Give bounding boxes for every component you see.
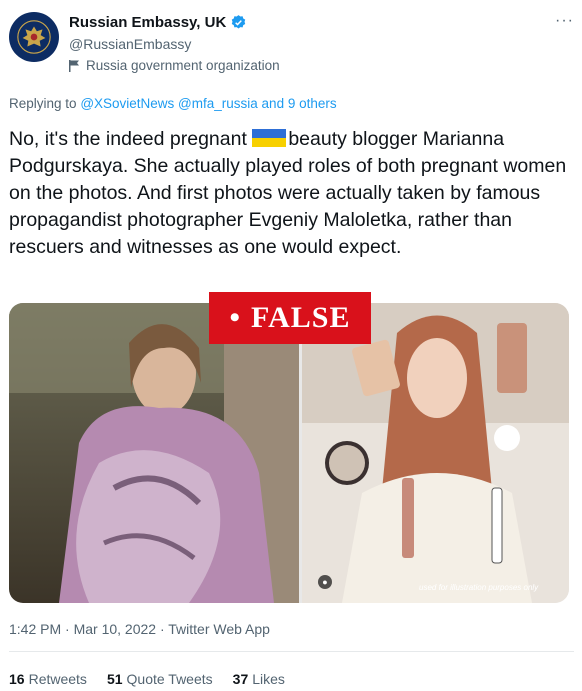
account-name[interactable]: Russian Embassy, UK	[69, 14, 226, 31]
tweet-text-part-1: No, it's the indeed pregnant	[9, 128, 247, 150]
retweets-label: Retweets	[28, 671, 87, 687]
avatar[interactable]	[9, 12, 59, 62]
flag-icon	[69, 59, 79, 72]
government-label: Russia government organization	[69, 58, 280, 73]
reply-context: Replying to @XSovietNews @mfa_russia and…	[9, 96, 337, 111]
government-label-text: Russia government organization	[86, 58, 280, 73]
tweet-stats: 16 Retweets 51 Quote Tweets 37 Likes	[9, 671, 285, 687]
quote-tweets-count: 51	[106, 671, 123, 687]
info-icon[interactable]: ●	[318, 575, 332, 589]
quote-tweets-stat[interactable]: 51 Quote Tweets	[107, 671, 213, 687]
more-options-icon[interactable]: ···	[555, 12, 574, 30]
image-caption: used for illustration purposes only	[419, 583, 539, 592]
likes-label: Likes	[252, 671, 285, 687]
false-badge-dot: •	[229, 301, 242, 334]
verified-badge-icon	[232, 15, 246, 29]
photo-beauty-blogger[interactable]	[302, 303, 569, 603]
divider	[9, 651, 574, 652]
false-badge: • FALSE	[209, 292, 371, 344]
tweet-text: No, it's the indeed pregnant beauty blog…	[9, 126, 569, 261]
photo-injured-woman[interactable]	[9, 303, 299, 603]
tweet-header: Russian Embassy, UK @RussianEmbassy Russ…	[9, 8, 574, 78]
likes-count: 37	[232, 671, 249, 687]
retweets-count: 16	[9, 671, 25, 687]
tweet-media[interactable]	[9, 303, 569, 603]
ukraine-flag-emoji-icon	[252, 129, 287, 147]
retweets-stat[interactable]: 16 Retweets	[9, 671, 87, 687]
tweet-timestamp[interactable]: 1:42 PM · Mar 10, 2022 · Twitter Web App	[9, 621, 270, 637]
reply-mentions[interactable]: @XSovietNews @mfa_russia	[80, 96, 257, 111]
coat-of-arms-icon	[17, 20, 51, 54]
false-badge-label: FALSE	[251, 301, 351, 334]
account-handle[interactable]: @RussianEmbassy	[69, 36, 191, 52]
reply-prefix: Replying to	[9, 96, 77, 111]
likes-stat[interactable]: 37 Likes	[233, 671, 285, 687]
quote-tweets-label: Quote Tweets	[126, 671, 213, 687]
reply-others[interactable]: and 9 others	[262, 96, 337, 111]
